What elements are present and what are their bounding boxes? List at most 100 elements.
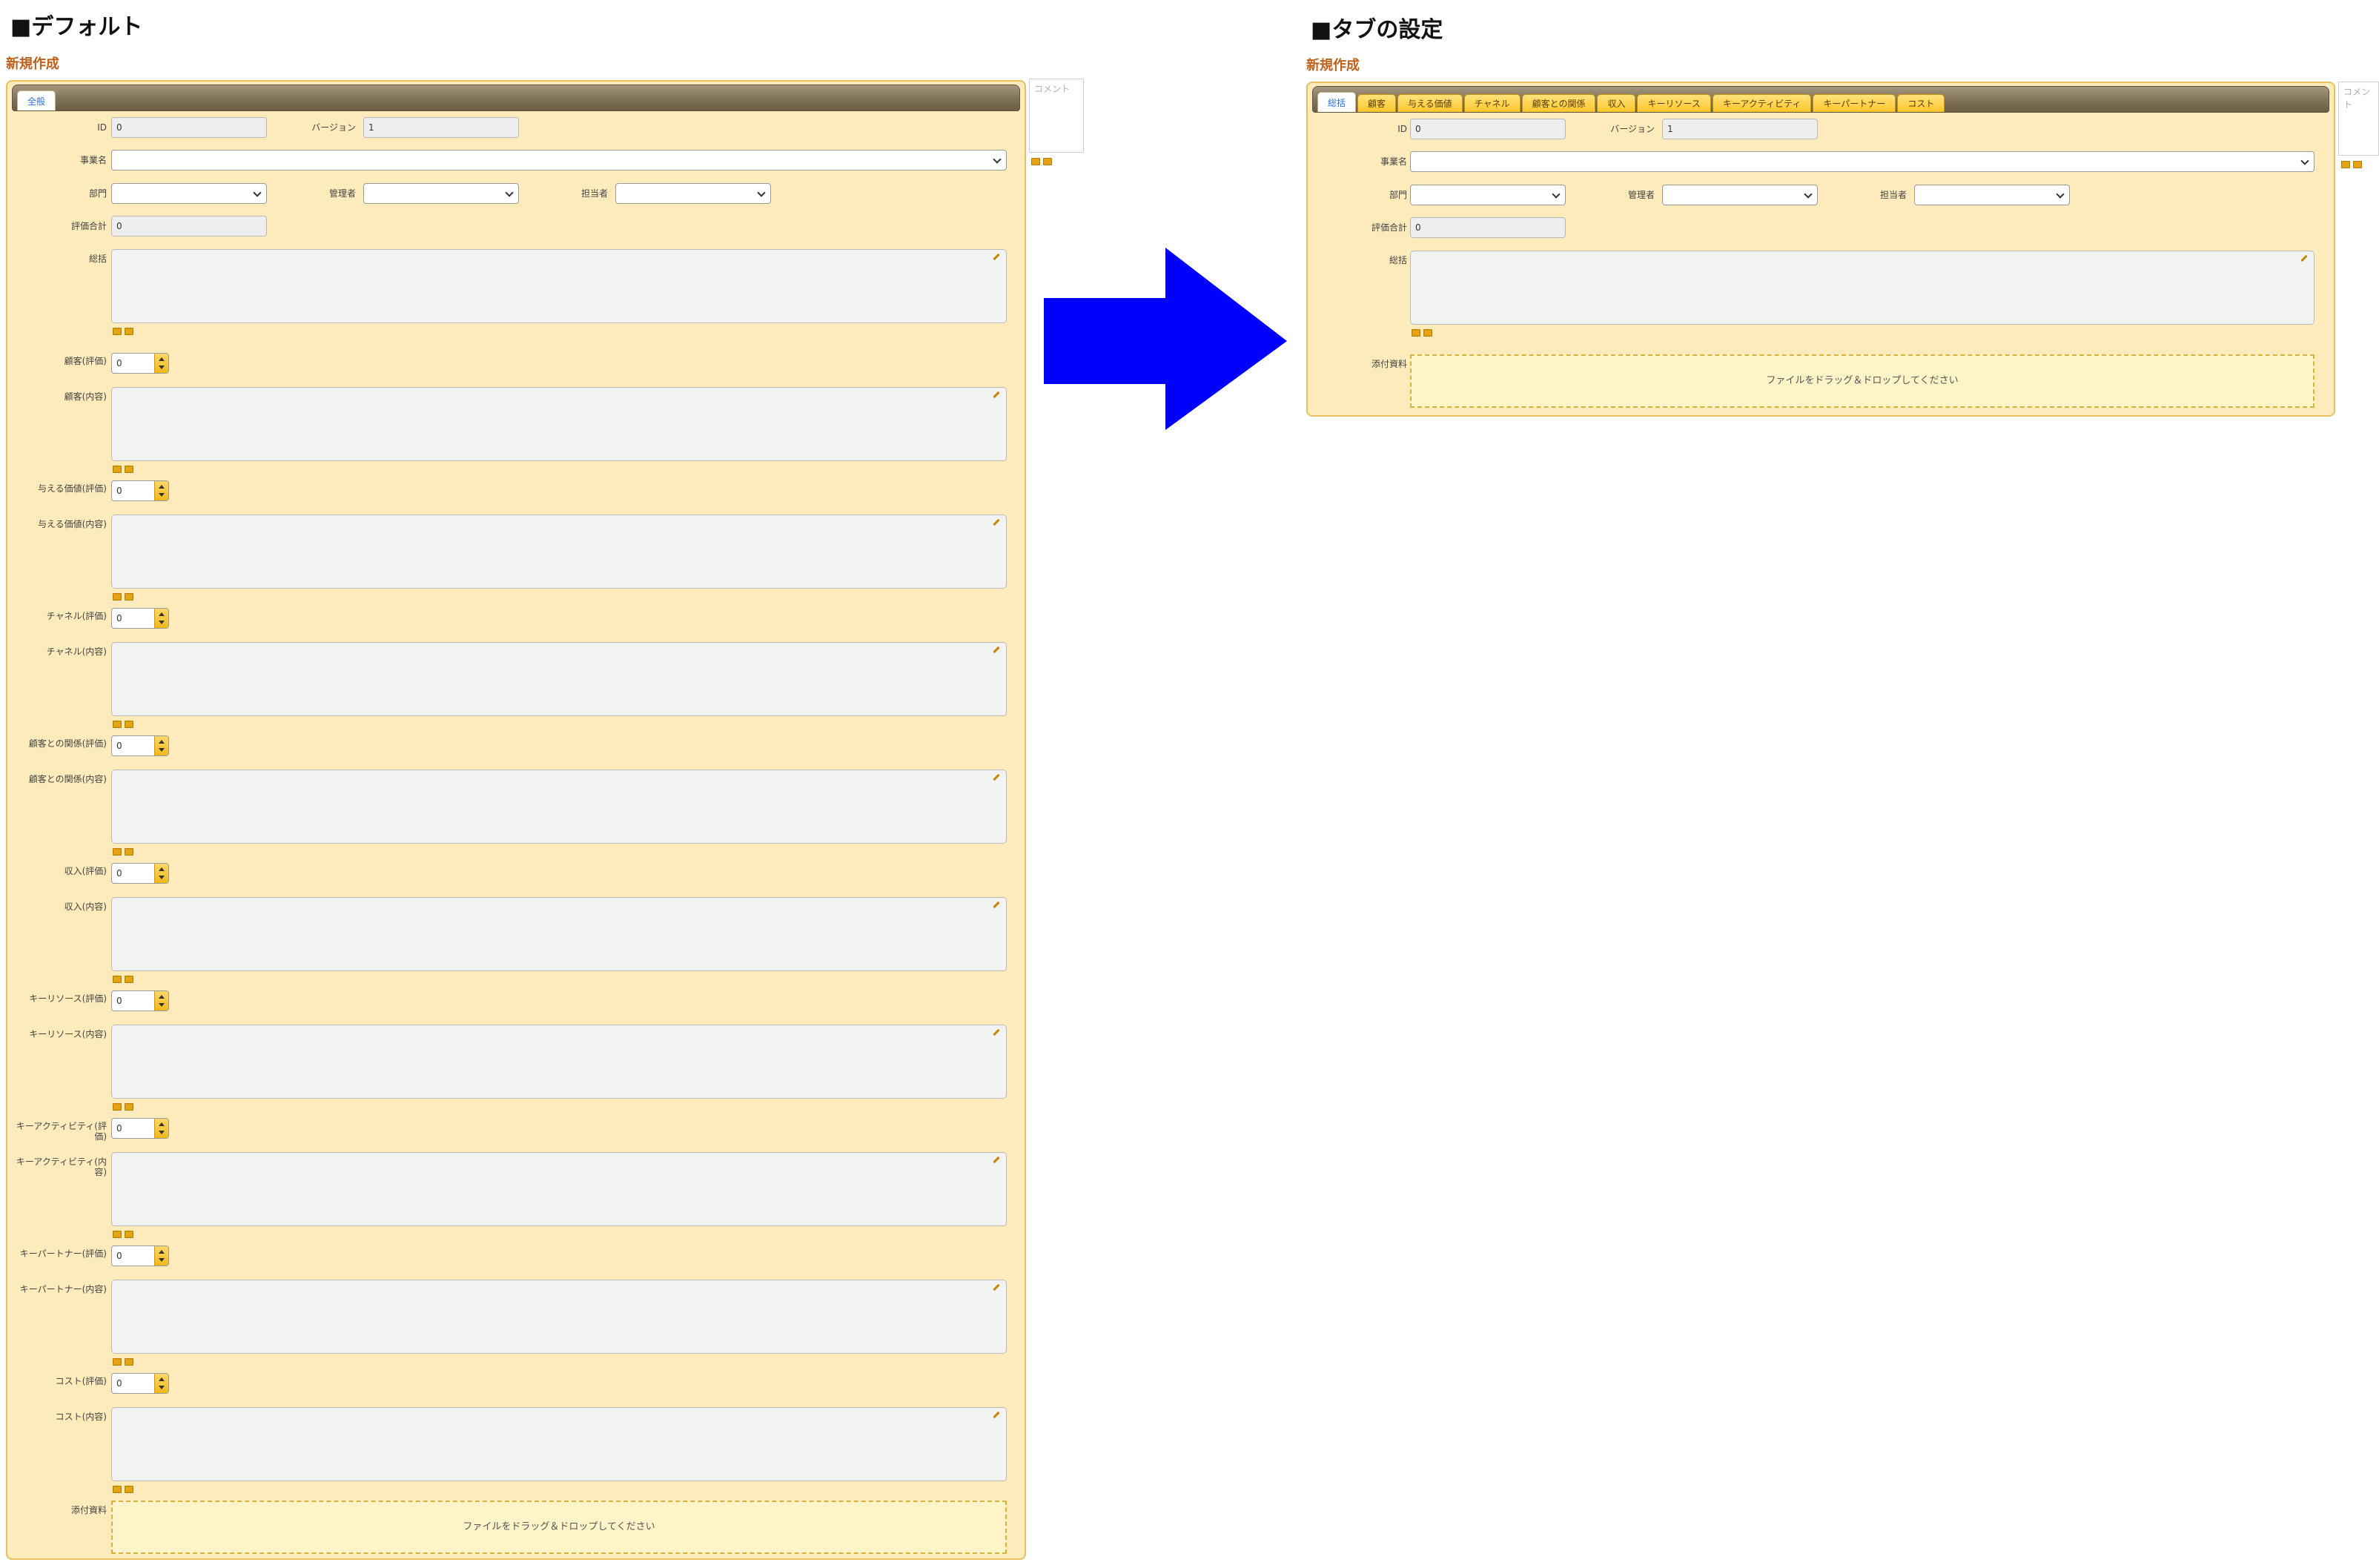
left-comment-icon-a[interactable] <box>1031 158 1040 165</box>
tab-right-0[interactable]: 総括 <box>1317 92 1357 112</box>
pencil-icon[interactable] <box>993 253 1000 261</box>
attach-insert-icon[interactable] <box>125 721 133 728</box>
tab-right-9[interactable]: コスト <box>1897 94 1945 112</box>
spinner-icon[interactable] <box>154 864 168 883</box>
field-label-tanto: 担当者 <box>580 188 608 199</box>
textarea-activity-n[interactable] <box>111 1152 1007 1226</box>
attach-insert-icon[interactable] <box>125 1358 133 1366</box>
image-insert-icon[interactable] <box>113 721 122 728</box>
pencil-icon[interactable] <box>2300 254 2308 262</box>
number-resource-h[interactable]: 0 <box>111 990 169 1011</box>
input-hyoka-total[interactable]: 0 <box>111 216 267 236</box>
spinner-icon[interactable] <box>154 1119 168 1138</box>
attach-insert-icon[interactable] <box>125 1231 133 1238</box>
select-tanto[interactable] <box>615 183 771 204</box>
spinner-icon[interactable] <box>154 991 168 1010</box>
pencil-icon[interactable] <box>993 773 1000 781</box>
image-insert-icon[interactable] <box>113 1358 122 1366</box>
textarea-shunyu-n[interactable] <box>111 897 1007 971</box>
tab-right-5[interactable]: 収入 <box>1597 94 1636 112</box>
spinner-icon[interactable] <box>154 1374 168 1393</box>
input-id[interactable]: 0 <box>1410 119 1566 139</box>
textarea-cost-n[interactable] <box>111 1407 1007 1481</box>
pencil-icon[interactable] <box>993 1028 1000 1036</box>
number-cost-h[interactable]: 0 <box>111 1373 169 1394</box>
textarea-sokatsu[interactable] <box>111 249 1007 323</box>
input-hyoka-total[interactable]: 0 <box>1410 217 1566 238</box>
number-shunyu-h[interactable]: 0 <box>111 863 169 884</box>
select-jigyo[interactable] <box>1410 151 2315 172</box>
number-kankei-h[interactable]: 0 <box>111 735 169 756</box>
textarea-channel-n[interactable] <box>111 642 1007 716</box>
attach-insert-icon[interactable] <box>125 466 133 473</box>
pencil-icon[interactable] <box>993 1156 1000 1164</box>
left-comment-icon-b[interactable] <box>1043 158 1052 165</box>
input-version[interactable]: 1 <box>363 117 519 138</box>
spinner-icon[interactable] <box>154 609 168 628</box>
pencil-icon[interactable] <box>993 1411 1000 1419</box>
spinner-icon[interactable] <box>154 736 168 755</box>
select-kanri[interactable] <box>363 183 519 204</box>
attach-insert-icon[interactable] <box>125 593 133 601</box>
image-insert-icon[interactable] <box>113 976 122 983</box>
attach-insert-icon[interactable] <box>125 976 133 983</box>
textarea-sokatsu[interactable] <box>1410 251 2315 325</box>
textarea-kachi-n[interactable] <box>111 515 1007 589</box>
right-comment-box[interactable]: コメント <box>2338 82 2379 156</box>
pencil-icon[interactable] <box>993 1283 1000 1291</box>
number-channel-h[interactable]: 0 <box>111 608 169 629</box>
image-insert-icon[interactable] <box>113 1103 122 1111</box>
tab-right-4[interactable]: 顧客との関係 <box>1521 94 1596 112</box>
image-insert-icon[interactable] <box>113 848 122 856</box>
attach-insert-icon[interactable] <box>1423 329 1432 337</box>
pencil-icon[interactable] <box>993 518 1000 526</box>
spinner-icon[interactable] <box>154 481 168 500</box>
attach-insert-icon[interactable] <box>125 1486 133 1493</box>
select-bumon[interactable] <box>111 183 267 204</box>
spinner-icon[interactable] <box>154 1246 168 1266</box>
file-drop-zone[interactable]: ファイルをドラッグ＆ドロップしてください <box>111 1501 1007 1554</box>
number-value: 0 <box>116 613 122 623</box>
image-insert-icon[interactable] <box>113 466 122 473</box>
tab-right-3[interactable]: チャネル <box>1463 94 1521 112</box>
attach-insert-icon[interactable] <box>125 848 133 856</box>
right-comment-icon-b[interactable] <box>2353 161 2362 168</box>
select-jigyo[interactable] <box>111 150 1007 171</box>
right-comment-icon-a[interactable] <box>2341 161 2350 168</box>
textarea-resource-n[interactable] <box>111 1025 1007 1099</box>
image-insert-icon[interactable] <box>113 1231 122 1238</box>
spinner-icon[interactable] <box>154 354 168 373</box>
image-insert-icon[interactable] <box>113 328 122 335</box>
number-kokyaku-h[interactable]: 0 <box>111 353 169 374</box>
pencil-icon[interactable] <box>993 901 1000 909</box>
left-comment-box[interactable]: コメント <box>1029 79 1084 153</box>
tab-left-0[interactable]: 全般 <box>17 90 56 110</box>
input-version[interactable]: 1 <box>1662 119 1818 139</box>
image-insert-icon[interactable] <box>1412 329 1420 337</box>
tab-right-1[interactable]: 顧客 <box>1357 94 1397 112</box>
textarea-kokyaku-n[interactable] <box>111 387 1007 461</box>
tab-right-2[interactable]: 与える価値 <box>1397 94 1463 112</box>
textarea-partner-n[interactable] <box>111 1280 1007 1354</box>
attach-insert-icon[interactable] <box>125 328 133 335</box>
image-insert-icon[interactable] <box>113 593 122 601</box>
tab-right-7[interactable]: キーアクティビティ <box>1712 94 1812 112</box>
image-insert-icon[interactable] <box>113 1486 122 1493</box>
select-kanri[interactable] <box>1662 185 1818 205</box>
number-activity-h[interactable]: 0 <box>111 1118 169 1139</box>
right-new-label[interactable]: 新規作成 <box>1306 59 1360 73</box>
number-partner-h[interactable]: 0 <box>111 1246 169 1266</box>
attach-insert-icon[interactable] <box>125 1103 133 1111</box>
pencil-icon[interactable] <box>993 646 1000 654</box>
select-tanto[interactable] <box>1914 185 2070 205</box>
select-bumon[interactable] <box>1410 185 1566 205</box>
tab-right-6[interactable]: キーリソース <box>1637 94 1711 112</box>
left-new-label[interactable]: 新規作成 <box>6 58 59 71</box>
input-id[interactable]: 0 <box>111 117 267 138</box>
number-kachi-h[interactable]: 0 <box>111 480 169 501</box>
textarea-kankei-n[interactable] <box>111 770 1007 844</box>
file-drop-zone[interactable]: ファイルをドラッグ＆ドロップしてください <box>1410 354 2315 408</box>
tab-right-8[interactable]: キーパートナー <box>1813 94 1896 112</box>
pencil-icon[interactable] <box>993 391 1000 399</box>
chevron-down-icon <box>757 188 766 197</box>
